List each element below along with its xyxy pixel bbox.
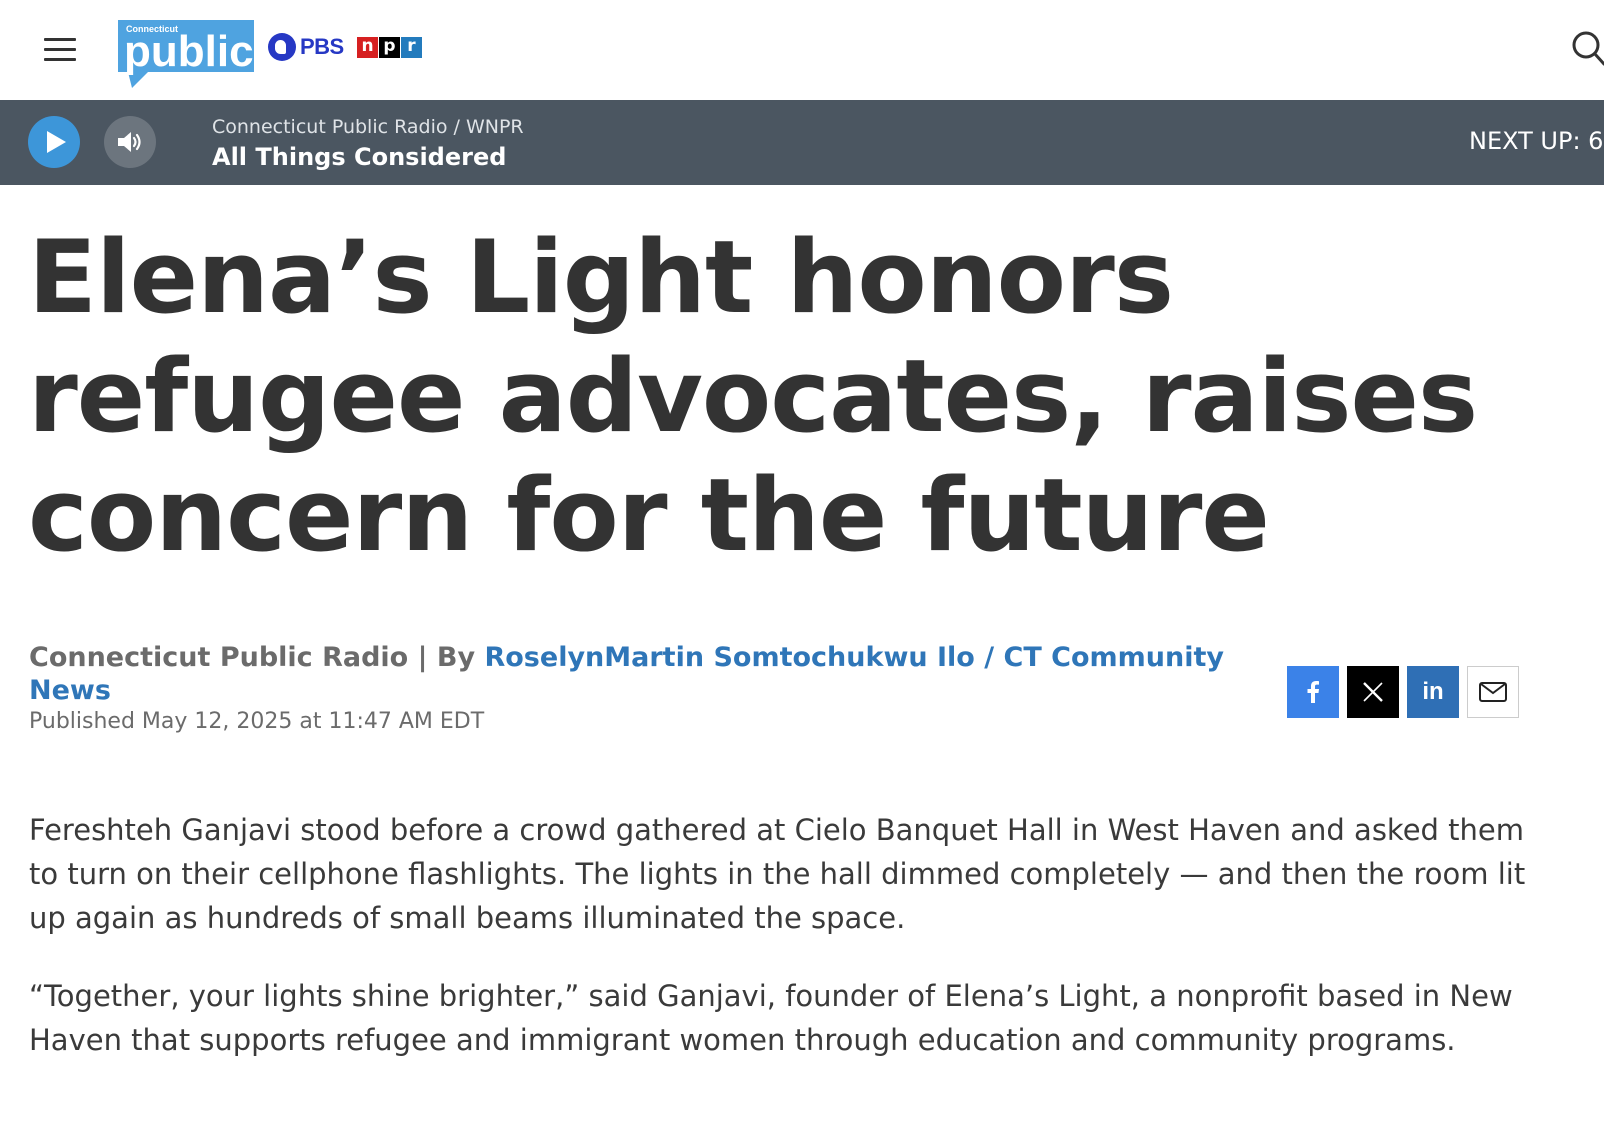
share-x-button[interactable] xyxy=(1347,666,1399,718)
hamburger-menu-icon[interactable] xyxy=(44,35,78,63)
article-paragraph: Fereshteh Ganjavi stood before a crowd g… xyxy=(29,813,1526,935)
station-name: Connecticut Public Radio / WNPR xyxy=(212,116,524,138)
published-date: Published May 12, 2025 at 11:47 AM EDT xyxy=(29,709,485,734)
volume-icon xyxy=(118,132,141,152)
program-name: All Things Considered xyxy=(212,143,507,171)
pbs-label: PBS xyxy=(300,34,344,59)
email-icon xyxy=(1479,682,1507,702)
share-email-button[interactable] xyxy=(1467,666,1519,718)
facebook-icon xyxy=(1307,681,1319,703)
linkedin-icon: in xyxy=(1422,678,1444,705)
pbs-logo[interactable]: PBS xyxy=(268,32,344,62)
x-icon xyxy=(1363,682,1383,702)
npr-letter-p: p xyxy=(379,37,400,58)
play-icon xyxy=(47,131,66,153)
npr-letter-r: r xyxy=(401,37,422,58)
live-radio-player: Connecticut Public Radio / WNPR All Thin… xyxy=(0,100,1604,185)
byline-source: Connecticut Public Radio | By xyxy=(29,642,485,673)
pbs-head-icon xyxy=(268,33,296,61)
next-up-label[interactable]: NEXT UP: 6 xyxy=(1469,127,1604,155)
search-icon[interactable] xyxy=(1571,30,1604,66)
share-facebook-button[interactable] xyxy=(1287,666,1339,718)
svg-text:public: public xyxy=(124,27,254,76)
site-header: Connecticut public PBS n p r xyxy=(0,0,1604,100)
article-byline: Connecticut Public Radio | By RoselynMar… xyxy=(29,641,1259,707)
share-linkedin-button[interactable]: in xyxy=(1407,666,1459,718)
npr-letter-n: n xyxy=(357,37,378,58)
share-buttons: in xyxy=(1287,666,1519,718)
npr-logo[interactable]: n p r xyxy=(357,37,423,58)
connecticut-public-logo[interactable]: Connecticut public xyxy=(118,20,254,90)
play-button[interactable] xyxy=(28,116,80,168)
volume-button[interactable] xyxy=(104,116,156,168)
article-paragraph: “Together, your lights shine brighter,” … xyxy=(29,979,1513,1057)
article-headline: Elena’s Light honors refugee advocates, … xyxy=(28,218,1478,574)
